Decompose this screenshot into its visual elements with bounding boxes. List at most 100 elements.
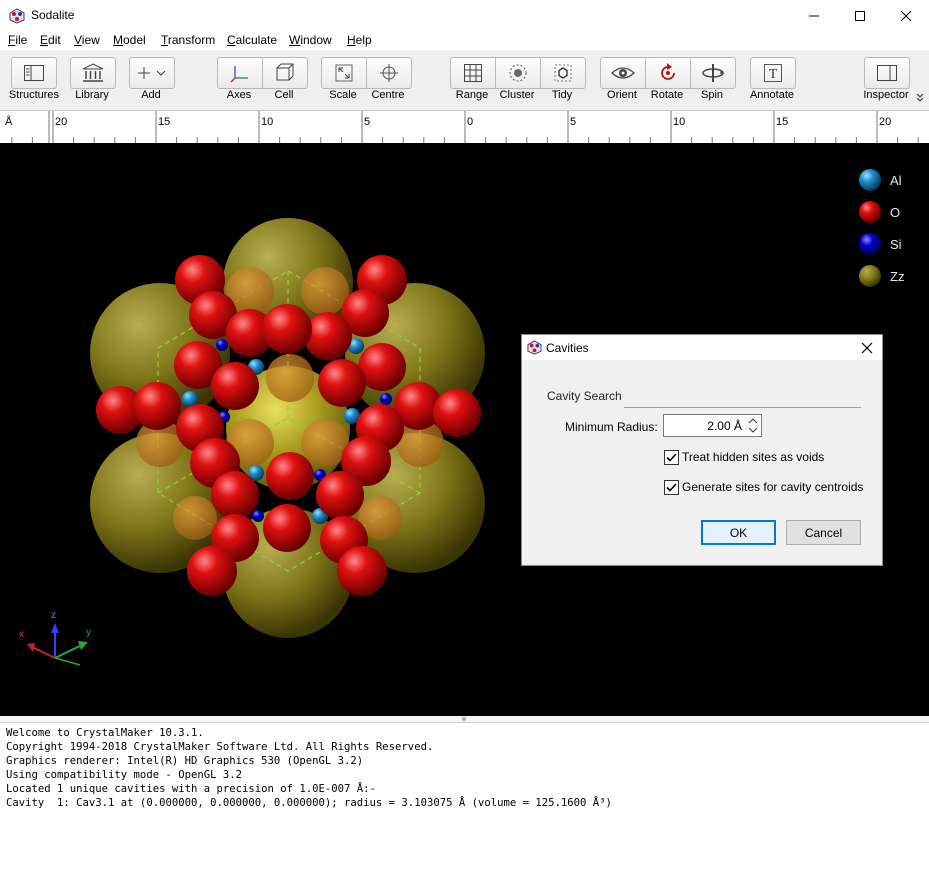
- centre-label: Centre: [371, 89, 405, 101]
- axes-icon: [230, 66, 248, 83]
- ruler-unit: Å: [5, 116, 13, 128]
- add-button[interactable]: [129, 57, 175, 89]
- tidy-label: Tidy: [551, 89, 573, 101]
- treat-hidden-checkbox[interactable]: [664, 450, 679, 465]
- axes-gizmo: [27, 623, 88, 666]
- legend-si-label: Si: [890, 237, 902, 252]
- library-icon: [82, 63, 104, 82]
- dialog-title: Cavities: [546, 341, 589, 355]
- minimize-icon: [809, 15, 819, 16]
- legend-o-label: O: [890, 205, 901, 220]
- spin-button[interactable]: [690, 57, 736, 89]
- menu-view[interactable]: View: [74, 33, 100, 47]
- checkmark-icon: [666, 483, 677, 492]
- menu-calculate[interactable]: Calculate: [227, 33, 277, 47]
- add-dropdown-icon: [138, 67, 166, 79]
- scale-button[interactable]: [321, 57, 367, 89]
- centre-button[interactable]: [366, 57, 412, 89]
- ruler-label: 15: [776, 116, 789, 128]
- generate-sites-checkbox[interactable]: [664, 480, 679, 495]
- console-line: Using compatibility mode - OpenGL 3.2: [6, 769, 242, 781]
- menu-model[interactable]: Model: [113, 33, 146, 47]
- library-label: Library: [75, 89, 109, 101]
- scale-fit-icon: [335, 64, 353, 82]
- crystalmaker-logo-icon: [9, 8, 25, 24]
- rotate-button[interactable]: [645, 57, 691, 89]
- ruler-label: 20: [879, 116, 892, 128]
- tidy-icon: [554, 64, 572, 82]
- rotate-icon: [661, 63, 675, 80]
- crystalmaker-logo-icon: [527, 340, 542, 355]
- minimum-radius-label: Minimum Radius:: [565, 420, 658, 434]
- axes-label: Axes: [226, 89, 252, 101]
- spin-label: Spin: [700, 89, 724, 101]
- ruler-label: 0: [467, 116, 474, 128]
- menu-file[interactable]: File: [8, 33, 27, 47]
- menu-transform[interactable]: Transform: [161, 33, 215, 47]
- range-grid-icon: [464, 64, 482, 82]
- minimum-radius-value[interactable]: 2.00 Å: [664, 419, 742, 433]
- cancel-button[interactable]: Cancel: [786, 520, 861, 545]
- inspector-button[interactable]: [864, 57, 910, 89]
- range-label: Range: [455, 89, 489, 101]
- ruler-label: 10: [261, 116, 274, 128]
- menu-help[interactable]: Help: [347, 33, 372, 47]
- cluster-button[interactable]: [495, 57, 541, 89]
- scale-label: Scale: [329, 89, 357, 101]
- structures-label: Structures: [8, 89, 60, 101]
- legend-zz-label: Zz: [890, 269, 905, 284]
- structures-button[interactable]: [11, 57, 57, 89]
- console-line: Located 1 unique cavities with a precisi…: [6, 783, 376, 795]
- axis-y-label: y: [86, 627, 91, 638]
- range-button[interactable]: [450, 57, 496, 89]
- section-divider: [624, 407, 861, 408]
- close-icon: [900, 10, 912, 21]
- window-title: Sodalite: [31, 8, 75, 22]
- ruler: Å 20 15 10 5 0 5 10 15 20: [0, 111, 929, 144]
- minimize-button[interactable]: [791, 0, 837, 31]
- dialog-close-icon[interactable]: [858, 339, 876, 357]
- inspector-label: Inspector: [863, 89, 909, 101]
- treat-hidden-label[interactable]: Treat hidden sites as voids: [682, 450, 824, 464]
- console-line: Graphics renderer: Intel(R) HD Graphics …: [6, 755, 364, 767]
- cell-button[interactable]: [262, 57, 308, 89]
- orient-button[interactable]: [600, 57, 646, 89]
- minimum-radius-stepper[interactable]: 2.00 Å: [663, 414, 762, 437]
- toolbar: Structures Library Add Axes Cell Scale C…: [0, 50, 929, 111]
- annotate-button[interactable]: T: [750, 57, 796, 89]
- legend-al-label: Al: [890, 173, 902, 188]
- cavities-dialog: Cavities Cavity Search Minimum Radius: 2…: [521, 334, 883, 566]
- generate-sites-label[interactable]: Generate sites for cavity centroids: [682, 480, 863, 494]
- add-label: Add: [141, 89, 161, 101]
- ruler-label: 10: [673, 116, 686, 128]
- ok-button[interactable]: OK: [701, 520, 776, 545]
- maximize-icon: [855, 10, 865, 21]
- console-output[interactable]: Welcome to CrystalMaker 10.3.1. Copyrigh…: [0, 722, 929, 877]
- library-button[interactable]: [70, 57, 116, 89]
- console-line: Welcome to CrystalMaker 10.3.1.: [6, 727, 204, 739]
- axis-z-label: z: [51, 610, 56, 621]
- checkmark-icon: [666, 453, 677, 462]
- ruler-label: 5: [570, 116, 577, 128]
- eye-icon: [611, 67, 635, 79]
- legend-swatches: [859, 169, 881, 287]
- text-annotate-icon: T: [764, 64, 782, 82]
- orient-label: Orient: [607, 89, 637, 101]
- toolbar-overflow-icon[interactable]: [916, 93, 924, 102]
- ruler-ticks: [11, 111, 919, 143]
- cluster-label: Cluster: [499, 89, 535, 101]
- cavity-search-heading: Cavity Search: [547, 389, 622, 403]
- tidy-button[interactable]: [540, 57, 586, 89]
- sidebar-icon: [24, 65, 44, 81]
- spin-arrows-icon[interactable]: [745, 415, 761, 436]
- splitter-grip: [462, 717, 466, 721]
- rotate-label: Rotate: [650, 89, 684, 101]
- ruler-label: 15: [158, 116, 171, 128]
- cluster-icon: [509, 64, 527, 82]
- menu-window[interactable]: Window: [289, 33, 332, 47]
- close-button[interactable]: [883, 0, 929, 31]
- axes-button[interactable]: [217, 57, 263, 89]
- axis-x-label: x: [19, 629, 24, 640]
- menu-edit[interactable]: Edit: [40, 33, 61, 47]
- maximize-button[interactable]: [837, 0, 883, 31]
